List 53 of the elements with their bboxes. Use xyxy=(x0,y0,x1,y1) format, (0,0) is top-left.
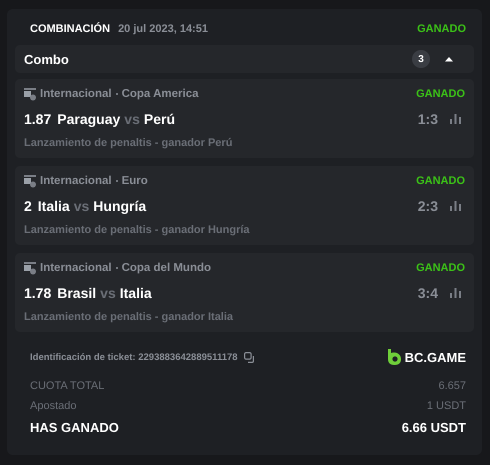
total-value: 6.657 xyxy=(438,380,466,392)
logo-icon xyxy=(388,349,401,365)
total-value: 1 USDT xyxy=(426,400,466,412)
bet-status: GANADO xyxy=(417,23,466,35)
home-team: Paraguay xyxy=(57,111,120,127)
away-team: Hungría xyxy=(93,198,146,214)
away-team: Italia xyxy=(120,285,152,301)
selection-status: GANADO xyxy=(416,262,465,274)
score-value: 1:3 xyxy=(418,111,438,127)
combo-header[interactable]: Combo 3 xyxy=(15,45,474,73)
league-icon xyxy=(24,88,36,100)
league-icon xyxy=(24,262,36,274)
odds-value: 2 xyxy=(24,198,32,214)
league-icon xyxy=(24,174,36,188)
brand-name: BC.GAME xyxy=(404,350,466,364)
count-badge: 3 xyxy=(412,50,430,68)
vs-label: vs xyxy=(100,285,116,301)
separator-dot xyxy=(116,93,118,95)
category-label: Internacional xyxy=(40,175,112,187)
total-label: CUOTA TOTAL xyxy=(30,380,104,392)
score-value: 2:3 xyxy=(418,198,438,214)
category-label: Internacional xyxy=(40,262,112,274)
score-value: 3:4 xyxy=(418,285,438,301)
league-label: Copa del Mundo xyxy=(122,262,212,274)
ticket-id: Identificación de ticket: 2293883642889511178 xyxy=(30,352,238,362)
market-label: Lanzamiento de penaltis - ganador Hungría xyxy=(24,224,251,236)
home-team: Brasil xyxy=(57,285,96,301)
selection-status: GANADO xyxy=(416,88,465,100)
stats-icon[interactable] xyxy=(450,288,461,298)
separator-dot xyxy=(116,180,118,182)
copy-icon[interactable] xyxy=(244,352,255,362)
separator-dot xyxy=(116,267,118,269)
market-label: Lanzamiento de penaltis - ganador Perú xyxy=(24,137,234,149)
away-team: Perú xyxy=(144,111,175,127)
selection-status: GANADO xyxy=(416,175,465,187)
combo-title: Combo xyxy=(24,52,69,66)
total-label: Apostado xyxy=(30,400,76,412)
vs-label: vs xyxy=(124,111,140,127)
market-label: Lanzamiento de penaltis - ganador Italia xyxy=(24,311,234,323)
total-label: HAS GANADO xyxy=(30,420,119,434)
bet-date: 20 jul 2023, 14:51 xyxy=(118,23,208,35)
stats-icon[interactable] xyxy=(450,114,461,124)
league-label: Euro xyxy=(122,175,148,187)
caret-icon[interactable] xyxy=(444,56,454,62)
total-value: 6.66 USDT xyxy=(402,420,466,434)
home-team: Italia xyxy=(38,198,70,214)
odds-value: 1.87 xyxy=(24,111,52,127)
bet-type: COMBINACIÓN xyxy=(30,23,110,35)
category-label: Internacional xyxy=(40,88,112,100)
vs-label: vs xyxy=(74,198,90,214)
stats-icon[interactable] xyxy=(450,201,461,211)
odds-value: 1.78 xyxy=(24,285,52,301)
league-label: Copa America xyxy=(122,88,198,100)
